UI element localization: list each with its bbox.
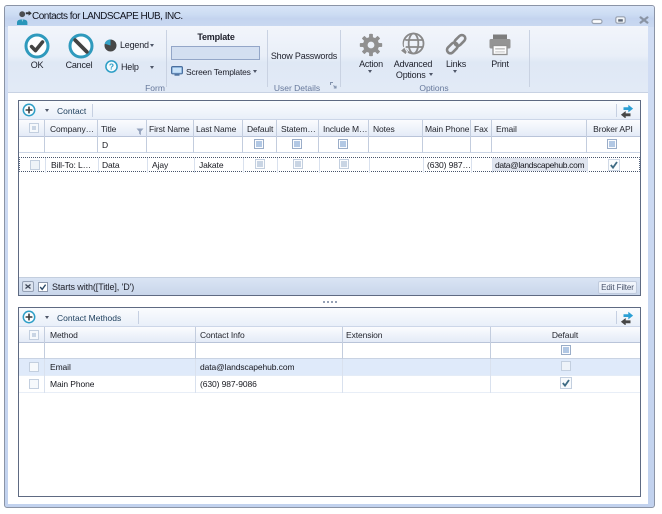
svg-text:?: ? [109,62,114,72]
